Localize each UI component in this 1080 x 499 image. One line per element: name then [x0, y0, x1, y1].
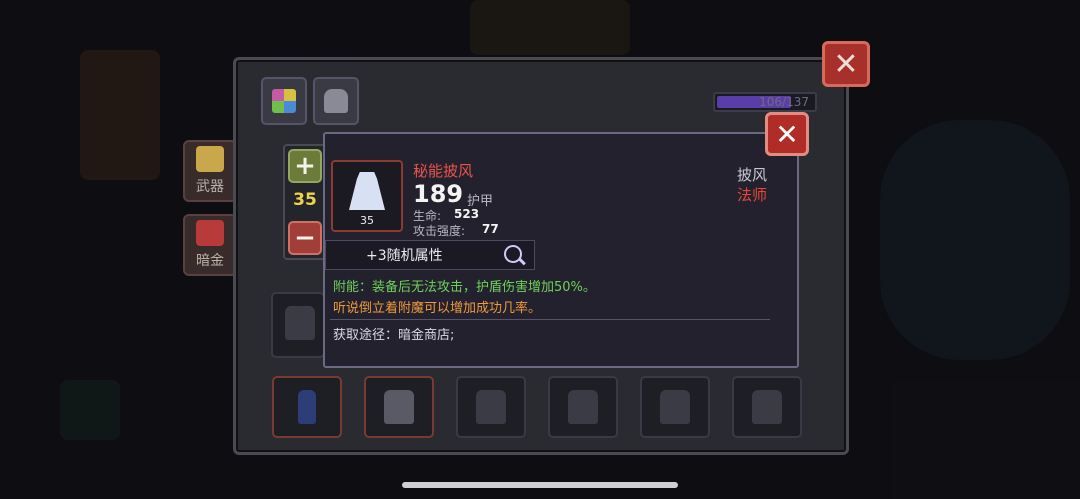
source-text: 获取途径：暗金商店;	[333, 328, 455, 343]
plus-icon: +	[294, 151, 316, 181]
dark-gold-label: 暗金	[196, 253, 224, 269]
panel-close-button[interactable]: ✕	[822, 41, 870, 87]
inventory-slot[interactable]	[272, 376, 342, 438]
capacity-text: 106/137	[759, 95, 809, 109]
item-close-button[interactable]: ✕	[765, 112, 809, 156]
item-class: 法师	[737, 186, 768, 204]
random-attributes-label: +3随机属性	[366, 248, 443, 264]
armor-icon	[476, 390, 506, 424]
inventory-slot[interactable]	[548, 376, 618, 438]
inventory-slot[interactable]	[456, 376, 526, 438]
weapon-icon	[196, 146, 224, 172]
home-indicator[interactable]	[402, 482, 678, 488]
item-type: 披风	[737, 166, 768, 184]
armor-icon	[660, 390, 690, 424]
hint-text: 听说倒立着附魔可以增加成功几率。	[333, 301, 542, 316]
stepper-value: 35	[293, 190, 317, 210]
inventory-slot[interactable]	[732, 376, 802, 438]
armor-value: 189	[413, 180, 464, 208]
dark-gold-button[interactable]: 暗金	[183, 214, 237, 276]
minus-icon: −	[294, 223, 316, 253]
magnifier-icon	[504, 245, 522, 263]
armor-icon	[568, 390, 598, 424]
item-icon-frame: 35	[331, 160, 403, 232]
weapons-button[interactable]: 武器	[183, 140, 237, 202]
enchant-text: 附能：装备后无法攻击，护盾伤害增加50%。	[333, 280, 596, 295]
inventory-slot[interactable]	[271, 292, 325, 358]
stat-label: 攻击强度:	[413, 224, 466, 238]
stat-value: 523	[454, 207, 480, 221]
decrease-button[interactable]: −	[288, 221, 322, 255]
cape-icon	[384, 390, 414, 424]
tab-palette[interactable]	[261, 77, 307, 125]
increase-button[interactable]: +	[288, 149, 322, 183]
skull-helmet-icon	[324, 89, 348, 113]
cape-icon	[349, 172, 385, 210]
close-icon: ✕	[833, 46, 859, 82]
inventory-slot[interactable]	[640, 376, 710, 438]
palette-icon	[272, 89, 296, 113]
bottle-icon	[298, 390, 316, 424]
random-attributes-button[interactable]: +3随机属性	[325, 240, 535, 270]
stat-value: 77	[482, 222, 499, 236]
tab-equipment[interactable]	[313, 77, 359, 125]
inventory-slot[interactable]	[364, 376, 434, 438]
weapons-label: 武器	[196, 179, 224, 195]
capacity-bar: 106/137	[713, 92, 817, 112]
dark-gold-icon	[196, 220, 224, 246]
armor-icon	[752, 390, 782, 424]
item-level: 35	[360, 214, 374, 227]
divider	[330, 319, 770, 320]
close-icon: ✕	[775, 117, 799, 151]
cape-silhouette-icon	[285, 306, 315, 340]
item-name: 秘能披风	[413, 162, 474, 180]
